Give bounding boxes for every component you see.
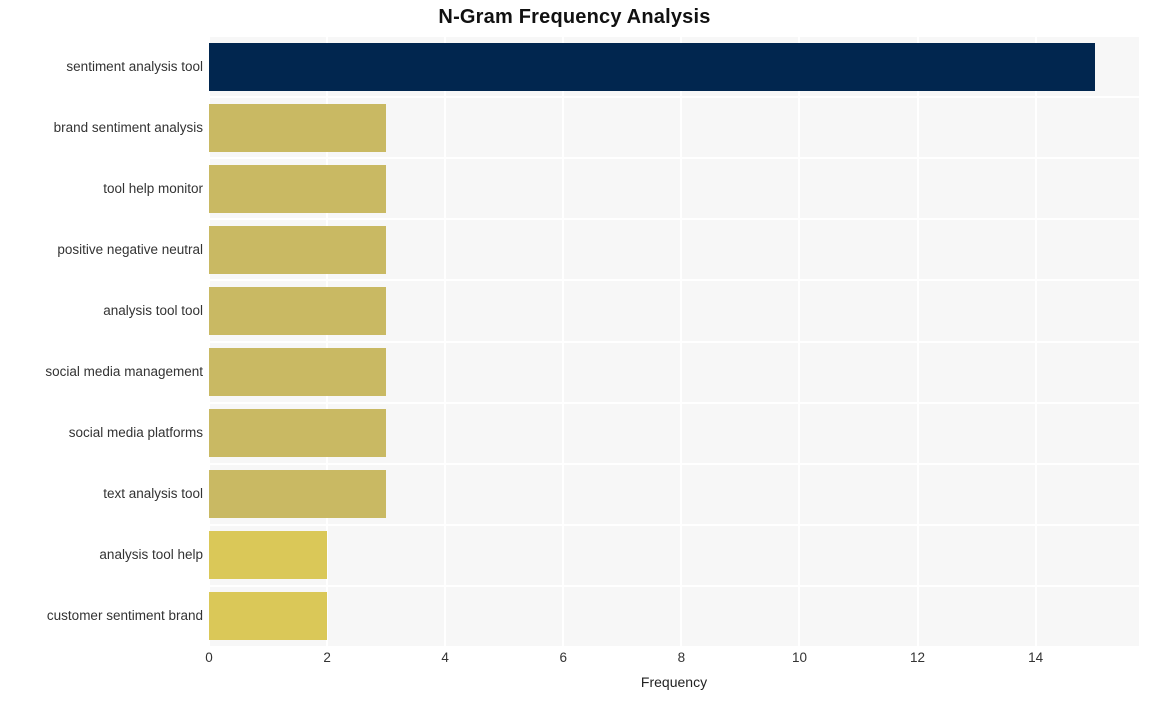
gridline-horizontal <box>209 218 1139 221</box>
bar <box>209 470 387 519</box>
y-axis-tick-label: tool help monitor <box>103 180 203 196</box>
y-axis-tick-label: social media management <box>45 364 203 380</box>
y-axis-tick-label: text analysis tool <box>103 486 203 502</box>
gridline-horizontal <box>209 36 1139 37</box>
gridline-horizontal <box>209 340 1139 343</box>
bar <box>209 348 387 397</box>
x-axis-tick-label: 14 <box>1028 650 1044 665</box>
x-axis-title: Frequency <box>640 674 708 690</box>
x-axis-tick-labels: 0 2 4 6 8 10 12 14 <box>205 650 1139 672</box>
x-axis-tick-label: 6 <box>559 650 568 665</box>
x-axis-tick-label: 8 <box>677 650 686 665</box>
x-axis-tick-label: 2 <box>323 650 331 665</box>
gridline-horizontal <box>209 462 1139 465</box>
x-axis-tick-label: 10 <box>791 650 807 665</box>
y-axis-tick-label: customer sentiment brand <box>46 608 203 624</box>
bar <box>209 225 387 274</box>
bar <box>209 164 387 213</box>
y-axis-tick-label: analysis tool help <box>99 547 203 563</box>
bar <box>209 286 387 335</box>
bar <box>209 42 1095 91</box>
bar <box>209 103 387 152</box>
y-axis-tick-label: positive negative neutral <box>57 241 203 257</box>
y-axis-tick-label: sentiment analysis tool <box>66 58 203 74</box>
x-axis-tick-label: 4 <box>441 650 449 665</box>
y-axis-tick-label: analysis tool tool <box>103 302 203 318</box>
gridline-horizontal <box>209 646 1139 647</box>
x-axis-tick-label: 0 <box>205 650 213 665</box>
y-axis-tick-label: brand sentiment analysis <box>53 119 203 135</box>
gridline-horizontal <box>209 584 1139 587</box>
bar <box>209 592 328 641</box>
bar <box>209 531 328 580</box>
x-axis-tick-label: 12 <box>910 650 926 665</box>
chart-title: N-Gram Frequency Analysis <box>438 6 711 28</box>
gridline-horizontal <box>209 523 1139 526</box>
plot-area <box>209 36 1139 647</box>
chart-figure: N-Gram Frequency Analysis sentiment anal… <box>0 0 1149 701</box>
bar <box>209 409 387 458</box>
y-axis-tick-label: social media platforms <box>68 425 203 441</box>
y-axis-tick-labels: sentiment analysis tool brand sentiment a… <box>0 36 203 647</box>
gridline-horizontal <box>209 279 1139 282</box>
gridline-horizontal <box>209 157 1139 160</box>
gridline-horizontal <box>209 96 1139 99</box>
gridline-horizontal <box>209 401 1139 404</box>
